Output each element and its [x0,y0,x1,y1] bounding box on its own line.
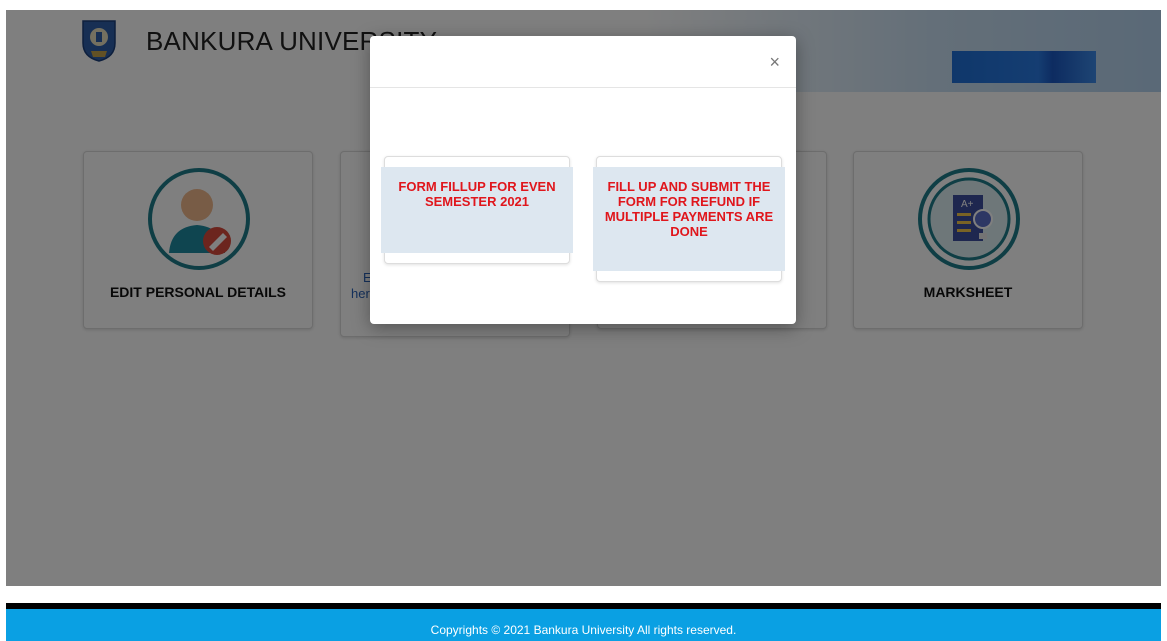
page: BANKURA UNIVERSITY EDIT PERSONAL DETAILS… [0,0,1167,641]
form-fillup-button[interactable]: FORM FILLUP FOR EVEN SEMESTER 2021 [381,167,573,253]
refund-form-button[interactable]: FILL UP AND SUBMIT THE FORM FOR REFUND I… [593,167,785,271]
footer: Copyrights © 2021 Bankura University All… [6,609,1161,641]
copyright-text: Copyrights © 2021 Bankura University All… [430,623,737,637]
modal-header: × [370,36,796,88]
close-icon[interactable]: × [769,53,780,71]
modal-dialog: × FORM FILLUP FOR EVEN SEMESTER 2021 FIL… [370,36,796,324]
